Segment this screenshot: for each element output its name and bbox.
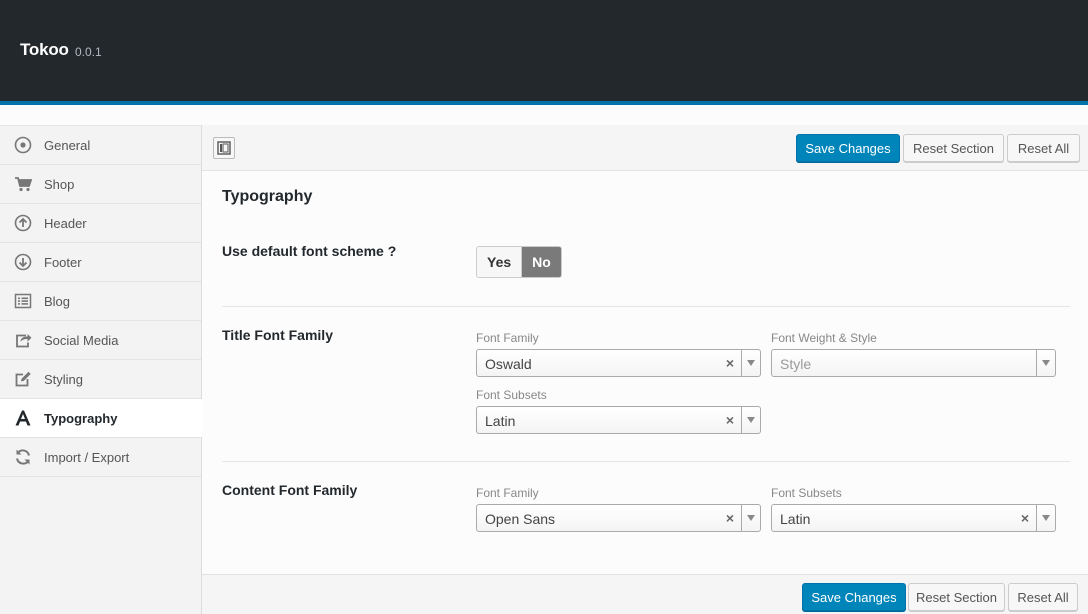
sidebar-item-label: Import / Export <box>44 449 130 465</box>
list-icon <box>14 292 32 310</box>
select-placeholder: Style <box>780 356 812 372</box>
default-font-label: Use default font scheme ? <box>222 243 397 259</box>
sidebar-item-label: Styling <box>44 371 84 387</box>
sidebar-item-social-media[interactable]: Social Media <box>0 321 201 360</box>
sidebar-item-general[interactable]: General <box>0 126 201 165</box>
chevron-down-icon[interactable] <box>741 350 760 376</box>
sidebar-item-footer[interactable]: Footer <box>0 243 201 282</box>
divider <box>222 461 1070 462</box>
edit-icon <box>14 370 32 388</box>
title-font-family-select[interactable]: Oswald × <box>476 349 761 377</box>
arrow-down-circle-icon <box>14 253 32 271</box>
sidebar-item-label: Social Media <box>44 332 119 348</box>
panel-toggle-icon <box>217 141 231 155</box>
clear-icon[interactable]: × <box>726 412 734 428</box>
chevron-down-icon[interactable] <box>741 505 760 531</box>
expand-options-button[interactable] <box>213 137 235 159</box>
reset-section-button[interactable]: Reset Section <box>903 134 1004 162</box>
title-font-weight-caption: Font Weight & Style <box>771 331 877 345</box>
share-icon <box>14 331 32 349</box>
bottom-toolbar: Save Changes Reset Section Reset All <box>202 574 1088 614</box>
save-changes-button[interactable]: Save Changes <box>802 583 906 611</box>
sidebar-item-typography[interactable]: Typography <box>0 399 202 438</box>
divider <box>222 306 1070 307</box>
title-font-subsets-select[interactable]: Latin × <box>476 406 761 434</box>
sidebar-item-shop[interactable]: Shop <box>0 165 201 204</box>
sidebar-item-header[interactable]: Header <box>0 204 201 243</box>
sidebar-item-import-export[interactable]: Import / Export <box>0 438 201 477</box>
sidebar-item-styling[interactable]: Styling <box>0 360 201 399</box>
clear-icon[interactable]: × <box>1021 510 1029 526</box>
general-icon <box>14 136 32 154</box>
chevron-down-icon[interactable] <box>1036 505 1055 531</box>
refresh-icon <box>14 448 32 466</box>
toggle-yes-button[interactable]: Yes <box>477 247 523 277</box>
content-font-family-select[interactable]: Open Sans × <box>476 504 761 532</box>
header-gap <box>0 105 1088 125</box>
section-title: Typography <box>222 188 313 205</box>
reset-all-button[interactable]: Reset All <box>1008 583 1078 611</box>
save-changes-button[interactable]: Save Changes <box>796 134 900 162</box>
sidebar: General Shop Header Footer Blog Social M… <box>0 125 202 614</box>
title-font-label: Title Font Family <box>222 327 333 343</box>
content-font-family-caption: Font Family <box>476 486 539 500</box>
default-font-toggle: Yes No <box>476 246 562 278</box>
sidebar-item-blog[interactable]: Blog <box>0 282 201 321</box>
sidebar-item-label: Shop <box>44 176 75 192</box>
select-value: Latin <box>485 413 516 429</box>
sidebar-item-label: Typography <box>44 410 118 426</box>
chevron-down-icon[interactable] <box>741 407 760 433</box>
top-toolbar: Save Changes Reset Section Reset All <box>202 125 1088 171</box>
cart-icon <box>14 175 32 193</box>
options-panel: Save Changes Reset Section Reset All Typ… <box>202 125 1088 614</box>
select-value: Oswald <box>485 356 532 372</box>
title-font-subsets-caption: Font Subsets <box>476 388 547 402</box>
reset-all-button[interactable]: Reset All <box>1007 134 1080 162</box>
admin-header: Tokoo 0.0.1 <box>0 0 1088 101</box>
sidebar-item-label: Footer <box>44 254 82 270</box>
select-value: Open Sans <box>485 511 556 527</box>
content-font-subsets-caption: Font Subsets <box>771 486 842 500</box>
content-font-subsets-select[interactable]: Latin × <box>771 504 1056 532</box>
clear-icon[interactable]: × <box>726 355 734 371</box>
reset-section-button[interactable]: Reset Section <box>908 583 1005 611</box>
app-title: Tokoo <box>20 40 69 59</box>
title-font-family-caption: Font Family <box>476 331 539 345</box>
sidebar-item-label: Header <box>44 215 87 231</box>
clear-icon[interactable]: × <box>726 510 734 526</box>
arrow-up-circle-icon <box>14 214 32 232</box>
sidebar-item-label: Blog <box>44 293 71 309</box>
font-icon <box>14 409 32 427</box>
sidebar-item-label: General <box>44 137 91 153</box>
chevron-down-icon[interactable] <box>1036 350 1055 376</box>
app-version: 0.0.1 <box>75 45 102 59</box>
title-font-weight-select[interactable]: Style <box>771 349 1056 377</box>
select-value: Latin <box>780 511 811 527</box>
content-font-label: Content Font Family <box>222 482 358 498</box>
toggle-no-button[interactable]: No <box>522 247 561 277</box>
